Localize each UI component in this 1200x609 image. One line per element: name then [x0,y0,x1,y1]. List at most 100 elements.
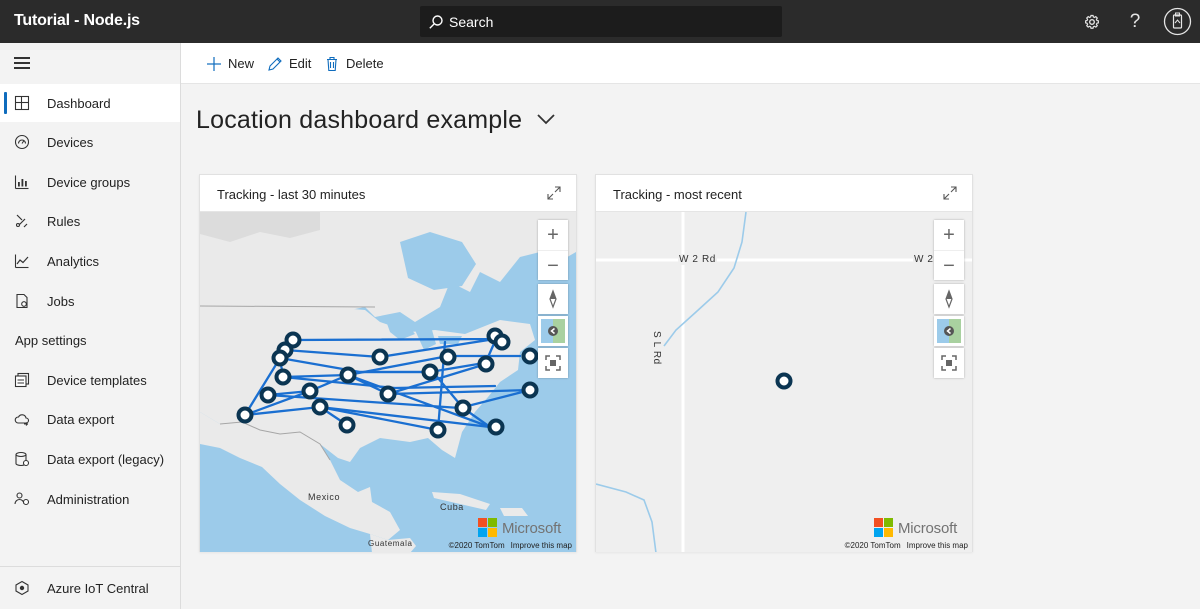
tile-title: Tracking - last 30 minutes [217,187,366,202]
command-bar: New Edit Delete [181,43,1200,84]
administration-icon [14,492,30,506]
app-title[interactable]: Tutorial - Node.js [14,12,140,30]
search-box[interactable]: Search [420,6,782,37]
map-attribution: ©2020 TomTom Improve this map [845,541,968,550]
road-label-w2rd: W 2 Rd [678,254,717,265]
road-label-w2: W 2 [913,254,935,265]
sidebar-item-label: Dashboard [47,96,111,111]
compass-icon [549,289,557,309]
sidebar-item-label: Rules [47,214,81,229]
map-label-mexico: Mexico [308,492,341,502]
sidebar-item-label: Device groups [47,175,131,190]
fullscreen-button[interactable] [538,348,568,378]
fullscreen-icon [941,355,957,371]
microsoft-logo-text: Microsoft [898,520,958,537]
map-style-button[interactable] [538,316,568,346]
tracking-map[interactable]: Mexico Cuba Guatemala + − Microsoft ©202… [200,211,576,552]
data-export-icon [14,414,30,426]
edit-button[interactable]: Edit [267,55,327,73]
map-attribution: ©2020 TomTom Improve this map [449,541,572,550]
sidebar-item-dashboard[interactable]: Dashboard [0,84,180,122]
devices-icon [14,134,30,150]
road-label-slrd: S L Rd [651,330,662,366]
map-style-icon [541,319,565,343]
compass-icon [945,289,953,309]
map-label-cuba: Cuba [440,502,464,512]
pencil-icon [268,57,282,71]
sidebar-item-data-export-legacy[interactable]: Data export (legacy) [0,440,180,478]
sidebar-footer: Azure IoT Central [0,566,180,609]
sidebar-item-jobs[interactable]: Jobs [0,282,180,320]
zoom-control: + − [934,220,964,280]
dashboard-title: Location dashboard example [196,106,523,134]
trash-icon [327,56,337,72]
sidebar: Dashboard Devices Device groups Rules An… [0,43,181,609]
edit-label: Edit [289,56,312,71]
sidebar-item-label: Jobs [47,294,75,309]
compass-button[interactable] [538,284,568,314]
device-groups-icon [14,175,29,190]
tile-title: Tracking - most recent [613,187,742,202]
iot-central-icon [15,580,29,596]
zoom-in-button[interactable]: + [538,220,568,250]
analytics-icon [14,254,29,269]
map-style-icon [937,319,961,343]
compass-button[interactable] [934,284,964,314]
dashboard-icon [14,95,30,111]
sidebar-item-device-groups[interactable]: Device groups [0,163,180,201]
plus-icon [207,57,221,71]
sidebar-item-label: Analytics [47,254,100,269]
device-templates-icon [14,372,30,388]
zoom-in-button[interactable]: + [934,220,964,250]
settings-icon[interactable] [1079,9,1105,35]
top-bar: Tutorial - Node.js Search ? [0,0,1200,43]
sidebar-item-label: Data export [47,412,115,427]
tile-tracking-last-30-minutes: Tracking - last 30 minutes Mexico Cuba G… [199,174,577,552]
search-label: Search [449,14,494,30]
search-icon [429,15,443,29]
microsoft-logo: Microsoft [478,518,574,540]
sidebar-item-device-templates[interactable]: Device templates [0,361,180,399]
copyright-text: ©2020 TomTom [448,541,505,550]
rules-icon [15,214,28,228]
app-settings-heading: App settings [15,333,87,348]
hamburger-menu-icon[interactable] [14,57,30,71]
expand-icon[interactable] [942,185,958,201]
copyright-text: ©2020 TomTom [844,541,901,550]
map-label-guatemala: Guatemala [368,539,413,548]
map-base [200,212,576,552]
tile-tracking-most-recent: Tracking - most recent W 2 Rd W 2 S L Rd… [595,174,973,552]
delete-label: Delete [346,56,384,71]
sidebar-item-devices[interactable]: Devices [0,123,180,161]
sidebar-item-analytics[interactable]: Analytics [0,242,180,280]
zoom-out-button[interactable]: − [934,250,964,280]
sidebar-item-label: Azure IoT Central [47,581,149,596]
delete-button[interactable]: Delete [324,55,394,73]
sidebar-item-azure-iot-central[interactable]: Azure IoT Central [0,569,180,607]
improve-map-link[interactable]: Improve this map [511,541,572,550]
most-recent-map[interactable]: W 2 Rd W 2 S L Rd + − Microsoft ©2020 To… [596,211,972,552]
sidebar-item-rules[interactable]: Rules [0,202,180,240]
fullscreen-button[interactable] [934,348,964,378]
chevron-down-icon[interactable] [536,112,556,126]
sidebar-item-label: Administration [47,492,130,507]
microsoft-logo: Microsoft [874,518,970,540]
help-icon[interactable]: ? [1122,9,1148,35]
sidebar-item-label: Device templates [47,373,147,388]
data-export-legacy-icon [15,451,30,467]
jobs-icon [16,293,28,309]
expand-icon[interactable] [546,185,562,201]
new-button[interactable]: New [206,55,266,73]
zoom-out-button[interactable]: − [538,250,568,280]
microsoft-logo-text: Microsoft [502,520,562,537]
improve-map-link[interactable]: Improve this map [907,541,968,550]
sidebar-item-data-export[interactable]: Data export [0,400,180,438]
fullscreen-icon [545,355,561,371]
sidebar-item-label: Data export (legacy) [47,452,165,467]
new-label: New [228,56,255,71]
sidebar-item-administration[interactable]: Administration [0,480,180,518]
avatar-icon[interactable] [1163,7,1192,36]
zoom-control: + − [538,220,568,280]
sidebar-item-label: Devices [47,135,94,150]
map-style-button[interactable] [934,316,964,346]
